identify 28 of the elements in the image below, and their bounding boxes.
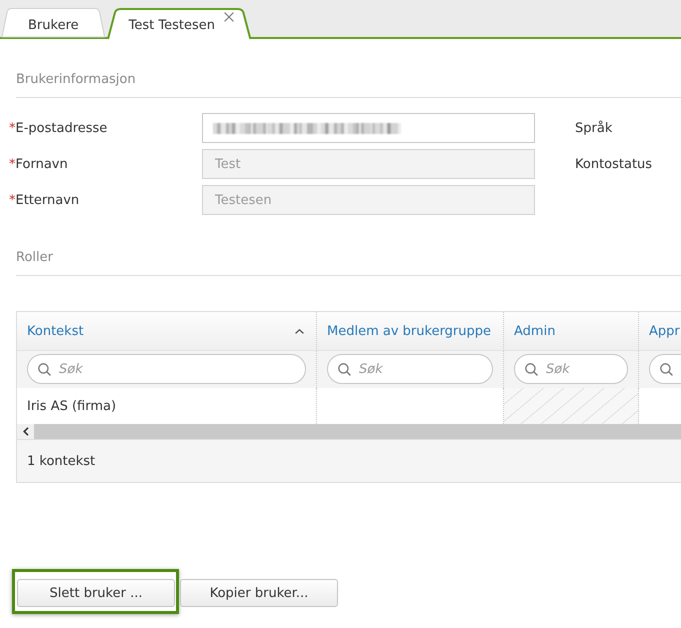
action-button[interactable]: Kopier bruker... [180, 579, 338, 607]
field-label: Kontostatus [575, 156, 652, 174]
table-footer-text: 1 kontekst [27, 454, 96, 468]
search-field[interactable]: Søk [27, 354, 306, 384]
field-label: Språk [575, 120, 612, 138]
close-icon[interactable] [224, 12, 234, 22]
field-label: *Etternavn [9, 192, 80, 210]
search-icon [38, 363, 51, 376]
input-field[interactable] [202, 113, 535, 143]
search-icon [525, 363, 538, 376]
column-header[interactable]: Admin [504, 312, 639, 351]
search-icon [660, 363, 673, 376]
chevron-left-icon [22, 427, 28, 436]
search-field[interactable]: Søk [514, 354, 628, 384]
scrollbar-thumb[interactable] [34, 424, 681, 439]
search-icon [338, 363, 351, 376]
scroll-left-button[interactable] [17, 424, 34, 439]
action-button[interactable]: Slett bruker ... [17, 579, 175, 607]
tab[interactable]: Brukere [2, 8, 105, 37]
tab[interactable]: Test Testesen [108, 8, 250, 39]
column-header[interactable]: Medlem av brukergruppe [317, 312, 504, 351]
section-heading: Brukerinformasjon [16, 72, 136, 87]
field-label: *Fornavn [9, 156, 68, 174]
column-header[interactable]: Kontekst [17, 312, 317, 351]
search-field[interactable]: Søk [327, 354, 493, 384]
field-label: *E-postadresse [9, 120, 108, 138]
section-heading: Roller [16, 250, 53, 265]
column-header[interactable]: Appr [639, 312, 681, 351]
